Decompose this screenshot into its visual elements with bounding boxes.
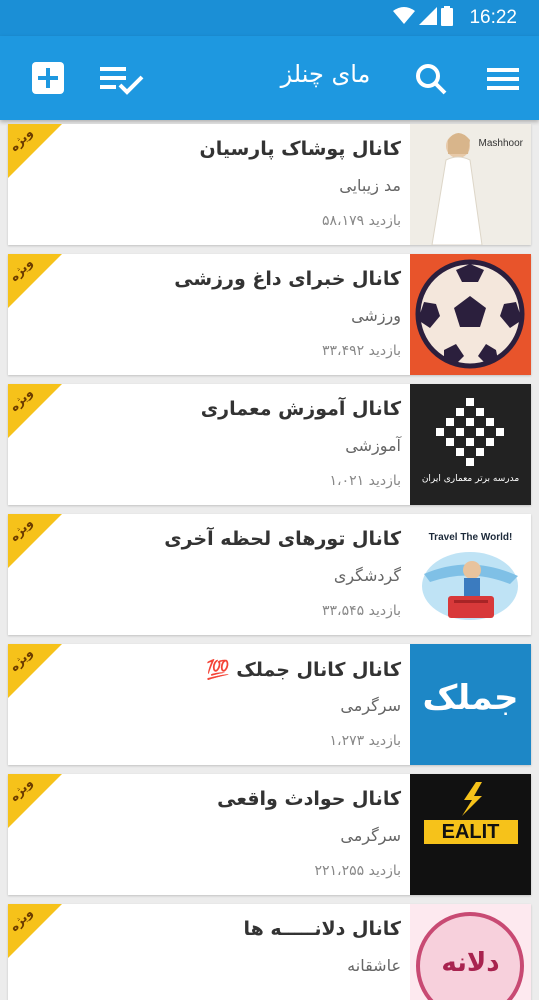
menu-icon <box>487 68 519 90</box>
featured-ribbon: ویژه <box>8 254 62 308</box>
featured-ribbon: ویژه <box>8 644 62 698</box>
channel-title: کانال خبرای داغ ورزشی <box>174 268 401 290</box>
channel-thumbnail: جملک <box>410 644 531 765</box>
thumb-brand-label: Mashhoor <box>478 138 523 149</box>
featured-ribbon: ویژه <box>8 904 62 958</box>
channel-list: ویژه کانال پوشاک پارسیان مد زیبایی بازدی… <box>8 124 531 1000</box>
channel-thumbnail: دلانه <box>410 904 531 1000</box>
channel-views: بازدید ۱،۰۲۱ <box>329 473 401 489</box>
channel-title: کانال کانال جملک 💯 <box>205 659 401 681</box>
channel-views: بازدید ۱،۲۷۳ <box>329 733 401 749</box>
thumb-logo-text: EALIT <box>441 821 500 843</box>
channel-category: سرگرمی <box>340 826 401 845</box>
channel-category: عاشقانه <box>347 956 401 975</box>
channel-thumbnail: EALIT <box>410 774 531 895</box>
menu-button[interactable] <box>484 62 522 96</box>
status-bar: 16:22 <box>0 0 539 36</box>
channel-category: آموزشی <box>345 436 401 455</box>
channel-thumbnail: Travel The World! <box>410 514 531 635</box>
channel-views: بازدید ۳۳،۴۹۲ <box>322 343 401 359</box>
featured-ribbon: ویژه <box>8 124 62 178</box>
channel-title: کانال پوشاک پارسیان <box>199 138 402 160</box>
featured-ribbon: ویژه <box>8 384 62 438</box>
featured-ribbon: ویژه <box>8 514 62 568</box>
channel-thumbnail: Mashhoor <box>410 124 531 245</box>
channel-title: کانال تورهای لحظه آخری <box>164 528 401 550</box>
channel-views: بازدید ۵۸،۱۷۹ <box>322 213 401 229</box>
battery-icon <box>441 6 453 30</box>
thumb-logo-text: مدرسه برتر معماری ایران <box>421 474 520 484</box>
channel-card[interactable]: ویژه کانال دلانـــــه ها عاشقانه دلانه <box>8 904 531 1000</box>
channel-title: کانال دلانـــــه ها <box>243 918 401 940</box>
channel-thumbnail: مدرسه برتر معماری ایران <box>410 384 531 505</box>
channel-title: کانال حوادث واقعی <box>217 788 401 810</box>
channel-card[interactable]: ویژه کانال حوادث واقعی سرگرمی بازدید ۲۲۱… <box>8 774 531 895</box>
channel-card[interactable]: ویژه کانال آموزش معماری آموزشی بازدید ۱،… <box>8 384 531 505</box>
channel-thumbnail <box>410 254 531 375</box>
clock: 16:22 <box>469 7 517 28</box>
channel-category: ورزشی <box>351 306 401 325</box>
wifi-icon <box>393 7 415 29</box>
channel-views: بازدید ۳۳،۵۴۵ <box>322 603 401 619</box>
channel-category: مد زیبایی <box>339 176 401 195</box>
channel-card[interactable]: ویژه کانال پوشاک پارسیان مد زیبایی بازدی… <box>8 124 531 245</box>
thumb-logo-text: دلانه <box>441 948 500 978</box>
architecture-logo-icon <box>410 384 531 505</box>
channel-category: گردشگری <box>333 566 401 585</box>
page-title: مای چنلز <box>280 60 371 88</box>
app-bar: مای چنلز <box>0 36 539 120</box>
signal-icon <box>419 7 437 29</box>
featured-ribbon: ویژه <box>8 774 62 828</box>
channel-category: سرگرمی <box>340 696 401 715</box>
channel-views: بازدید ۲۲۱،۲۵۵ <box>314 863 402 879</box>
channel-card[interactable]: ویژه کانال خبرای داغ ورزشی ورزشی بازدید … <box>8 254 531 375</box>
channel-card[interactable]: ویژه کانال تورهای لحظه آخری گردشگری بازد… <box>8 514 531 635</box>
soccer-ball-icon <box>410 254 531 375</box>
channel-card[interactable]: ویژه کانال کانال جملک 💯 سرگرمی بازدید ۱،… <box>8 644 531 765</box>
search-icon <box>416 64 447 95</box>
status-icons <box>393 6 453 30</box>
thumb-logo-text: جملک <box>422 678 519 718</box>
thumb-caption: Travel The World! <box>428 532 513 543</box>
search-button[interactable] <box>412 60 450 98</box>
channel-title: کانال آموزش معماری <box>200 398 401 420</box>
